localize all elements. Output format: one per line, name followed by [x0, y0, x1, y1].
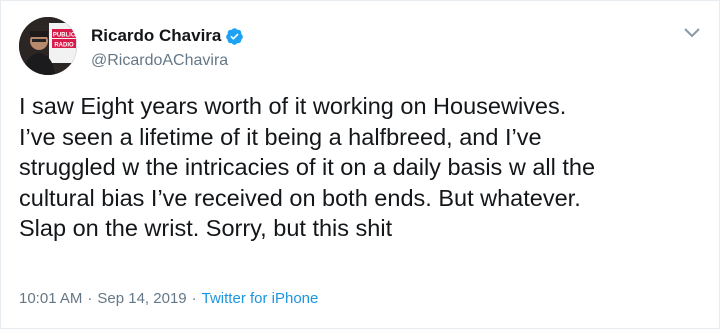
tweet-time[interactable]: 10:01 AM: [19, 290, 82, 307]
tweet-text-line: Slap on the wrist. Sorry, but this shit: [19, 215, 393, 241]
chevron-down-icon[interactable]: [683, 27, 701, 39]
tweet-text: I saw Eight years worth of it working on…: [19, 91, 709, 244]
tweet-text-line: I saw Eight years worth of it working on…: [19, 93, 567, 119]
separator: ·: [191, 290, 197, 307]
display-name[interactable]: Ricardo Chavira: [91, 25, 221, 47]
avatar[interactable]: PUBLIC RADIO: [19, 17, 77, 75]
tweet-text-line: cultural bias I’ve received on both ends…: [19, 184, 581, 211]
tweet-card: PUBLIC RADIO Ricardo Chavira @RicardoACh…: [0, 0, 720, 329]
tweet-text-line: I’ve seen a lifetime of it being a halfb…: [19, 123, 542, 150]
display-name-row: Ricardo Chavira: [91, 25, 244, 47]
tweet-date[interactable]: Sep 14, 2019: [97, 290, 186, 307]
tweet-metadata: 10:01 AM · Sep 14, 2019 · Twitter for iPhone: [19, 289, 318, 309]
verified-badge-icon: [226, 27, 244, 45]
separator: ·: [87, 290, 93, 307]
avatar-sign-text-1: PUBLIC: [53, 33, 76, 39]
tweet-source-link[interactable]: Twitter for iPhone: [202, 290, 319, 307]
user-handle[interactable]: @RicardoAChavira: [91, 51, 244, 71]
tweet-header: PUBLIC RADIO Ricardo Chavira @RicardoACh…: [19, 17, 244, 75]
tweet-text-line: struggled w the intricacies of it on a d…: [19, 154, 596, 180]
user-names: Ricardo Chavira @RicardoAChavira: [91, 25, 244, 71]
avatar-sign-text-2: RADIO: [54, 43, 74, 49]
